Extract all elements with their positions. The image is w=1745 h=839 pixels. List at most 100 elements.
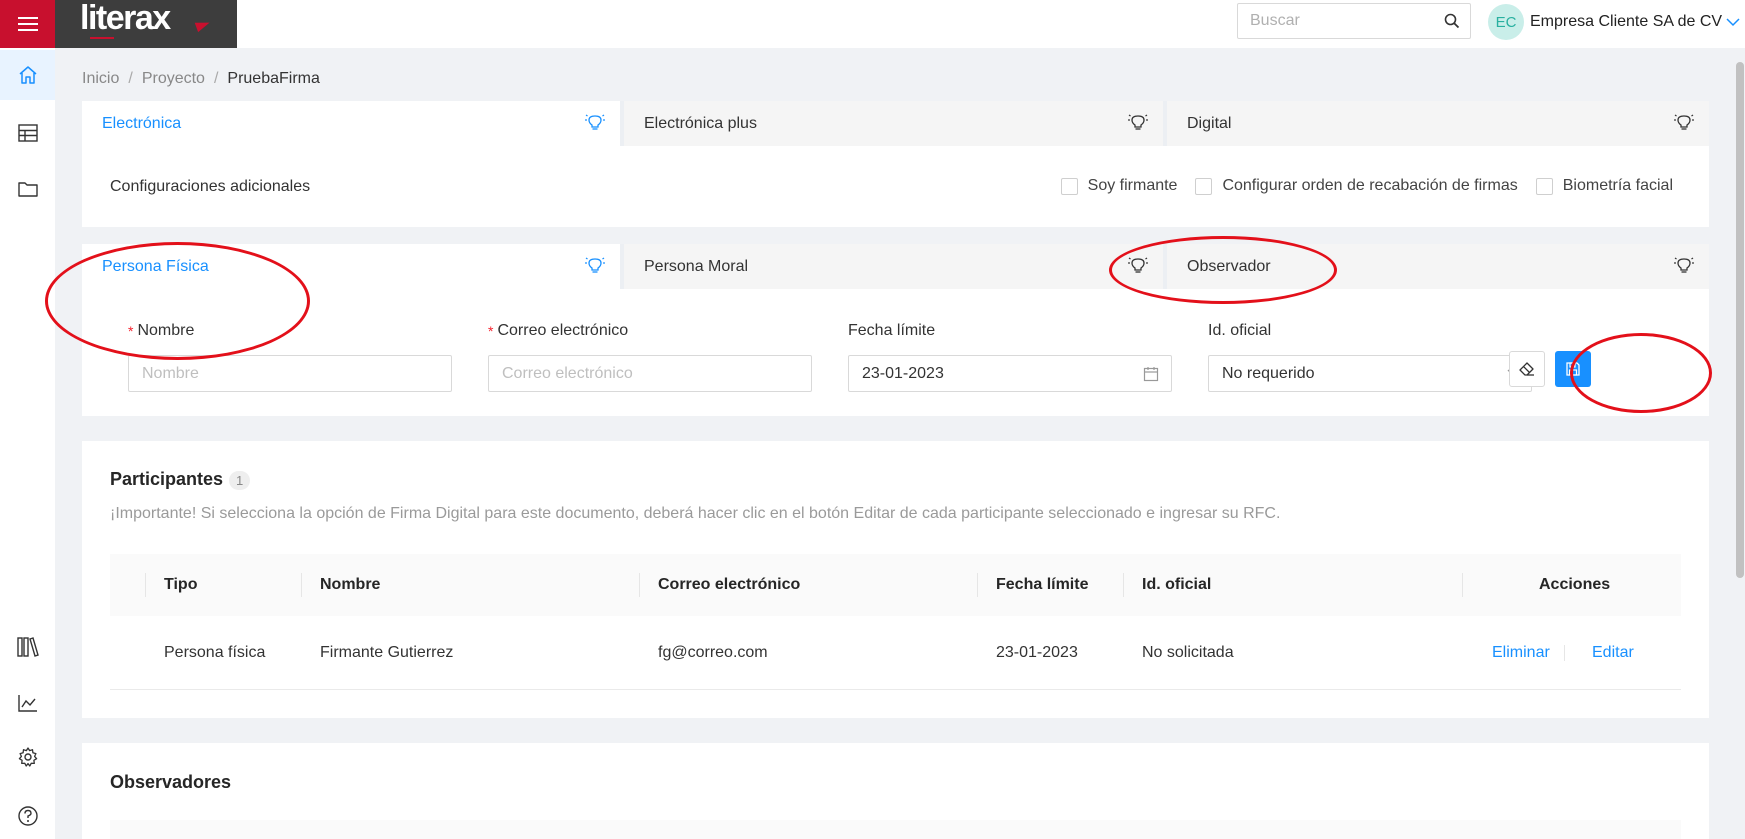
nombre-input-wrapper — [128, 355, 452, 392]
column-divider — [301, 573, 302, 597]
column-header-nombre: Nombre — [320, 576, 381, 593]
signature-type-tabs: Electrónica Electrónica plus Digital — [82, 101, 1709, 146]
library-icon — [16, 637, 39, 657]
user-name: Empresa Cliente SA de CV — [1530, 13, 1723, 30]
extra-options: Soy firmante Configurar orden de recabac… — [1043, 177, 1673, 195]
fecha-limite-picker[interactable]: 23-01-2023 — [848, 355, 1172, 392]
sidebar-item-help[interactable] — [0, 791, 55, 839]
sidebar-item-home[interactable] — [0, 50, 55, 100]
action-divider — [1564, 645, 1565, 661]
sidebar — [0, 48, 55, 839]
sidebar-item-library[interactable] — [0, 622, 55, 672]
tab-observador[interactable]: Observador — [1167, 244, 1709, 289]
tab-persona-moral[interactable]: Persona Moral — [624, 244, 1167, 289]
top-bar: literax EC Empresa Cliente SA de CV — [0, 0, 1745, 48]
lightbulb-icon[interactable] — [584, 112, 606, 134]
tab-digital[interactable]: Digital — [1167, 101, 1709, 146]
hamburger-menu-button[interactable] — [0, 0, 55, 48]
column-divider — [977, 573, 978, 597]
nombre-input[interactable] — [142, 364, 422, 383]
column-header-tipo: Tipo — [164, 576, 198, 593]
tab-label: Persona Física — [102, 257, 209, 275]
search-box — [1237, 3, 1471, 39]
breadcrumb-separator: / — [128, 70, 133, 87]
lightbulb-icon[interactable] — [1673, 255, 1695, 277]
hamburger-icon — [17, 17, 38, 31]
page-scrollbar[interactable] — [1736, 62, 1744, 578]
checkbox-label: Soy firmante — [1087, 177, 1178, 194]
correo-input[interactable] — [502, 364, 782, 383]
biometria-facial-checkbox[interactable]: Biometría facial — [1535, 177, 1673, 195]
chevron-down-icon — [1726, 18, 1740, 27]
table-header: Tipo Nombre Correo electrónico Fecha lím… — [110, 554, 1681, 616]
soy-firmante-checkbox[interactable]: Soy firmante — [1060, 177, 1178, 195]
edit-participant-link[interactable]: Editar — [1592, 616, 1634, 690]
chart-icon — [17, 695, 37, 712]
user-menu[interactable]: EC Empresa Cliente SA de CV — [1488, 4, 1740, 40]
folder-icon — [17, 182, 38, 197]
lightbulb-icon[interactable] — [1673, 112, 1695, 134]
checkbox-box[interactable] — [1060, 177, 1078, 195]
person-type-tabs: Persona Física Persona Moral Observador — [82, 244, 1709, 289]
search-input[interactable] — [1238, 4, 1428, 38]
save-participant-button[interactable] — [1555, 351, 1591, 387]
extras-label: Configuraciones adicionales — [110, 178, 311, 195]
delete-participant-link[interactable]: Eliminar — [1492, 616, 1550, 690]
id-oficial-field: Id. oficial No requerido — [1208, 320, 1532, 392]
tab-electronica[interactable]: Electrónica — [82, 101, 624, 146]
sidebar-item-table[interactable] — [0, 108, 55, 158]
field-label: * Nombre — [128, 320, 452, 342]
tab-label: Electrónica plus — [644, 114, 757, 132]
fecha-limite-field: Fecha límite 23-01-2023 — [848, 320, 1172, 392]
tab-label: Persona Moral — [644, 257, 749, 275]
correo-label: Correo electrónico — [497, 322, 629, 339]
select-value: No requerido — [1222, 364, 1315, 382]
observers-title: Observadores — [110, 772, 232, 792]
table-row: Persona física Firmante Gutierrez fg@cor… — [110, 616, 1681, 690]
calendar-icon — [1143, 367, 1159, 382]
nombre-field: * Nombre — [128, 320, 452, 392]
search-icon[interactable] — [1444, 13, 1460, 29]
cell-fecha: 23-01-2023 — [996, 644, 1078, 661]
checkbox-box[interactable] — [1535, 177, 1553, 195]
lightbulb-icon[interactable] — [1127, 255, 1149, 277]
participants-title-text: Participantes — [110, 469, 224, 489]
column-header-id-oficial: Id. oficial — [1142, 576, 1212, 593]
cell-tipo: Persona física — [164, 644, 266, 661]
sidebar-item-folder[interactable] — [0, 164, 55, 214]
sidebar-item-reports[interactable] — [0, 678, 55, 728]
tab-label: Electrónica — [102, 114, 182, 132]
signature-type-card: Electrónica Electrónica plus Digital Con… — [82, 101, 1709, 227]
field-label: Id. oficial — [1208, 320, 1532, 342]
column-divider — [1123, 573, 1124, 597]
help-icon — [17, 806, 38, 826]
participants-count-badge: 1 — [229, 470, 251, 490]
breadcrumb-current: PruebaFirma — [227, 70, 320, 87]
tab-electronica-plus[interactable]: Electrónica plus — [624, 101, 1167, 146]
logo-underline — [90, 37, 114, 39]
breadcrumb-proyecto[interactable]: Proyecto — [142, 70, 205, 88]
participants-title: Participantes 1 — [110, 469, 251, 490]
checkbox-label: Configurar orden de recabación de firmas — [1222, 177, 1518, 194]
required-mark: * — [488, 323, 494, 339]
breadcrumb-inicio[interactable]: Inicio — [82, 70, 119, 88]
field-label: * Correo electrónico — [488, 320, 812, 342]
checkbox-label: Biometría facial — [1562, 177, 1673, 194]
lightbulb-icon[interactable] — [584, 255, 606, 277]
tab-persona-fisica[interactable]: Persona Física — [82, 244, 624, 289]
sidebar-item-settings[interactable] — [0, 732, 55, 782]
lightbulb-icon[interactable] — [1127, 112, 1149, 134]
required-mark: * — [128, 323, 134, 339]
logo-text: literax — [80, 0, 171, 37]
breadcrumb: Inicio / Proyecto / PruebaFirma — [82, 70, 320, 88]
tab-label: Digital — [1187, 114, 1232, 132]
id-oficial-label: Id. oficial — [1208, 322, 1272, 339]
id-oficial-select[interactable]: No requerido — [1208, 355, 1532, 392]
tab-label: Observador — [1187, 257, 1271, 275]
checkbox-box[interactable] — [1195, 177, 1213, 195]
orden-firmas-checkbox[interactable]: Configurar orden de recabación de firmas — [1195, 177, 1518, 195]
column-divider — [639, 573, 640, 597]
observers-table-header — [110, 820, 1681, 839]
correo-field: * Correo electrónico — [488, 320, 812, 392]
clear-form-button[interactable] — [1509, 351, 1545, 387]
